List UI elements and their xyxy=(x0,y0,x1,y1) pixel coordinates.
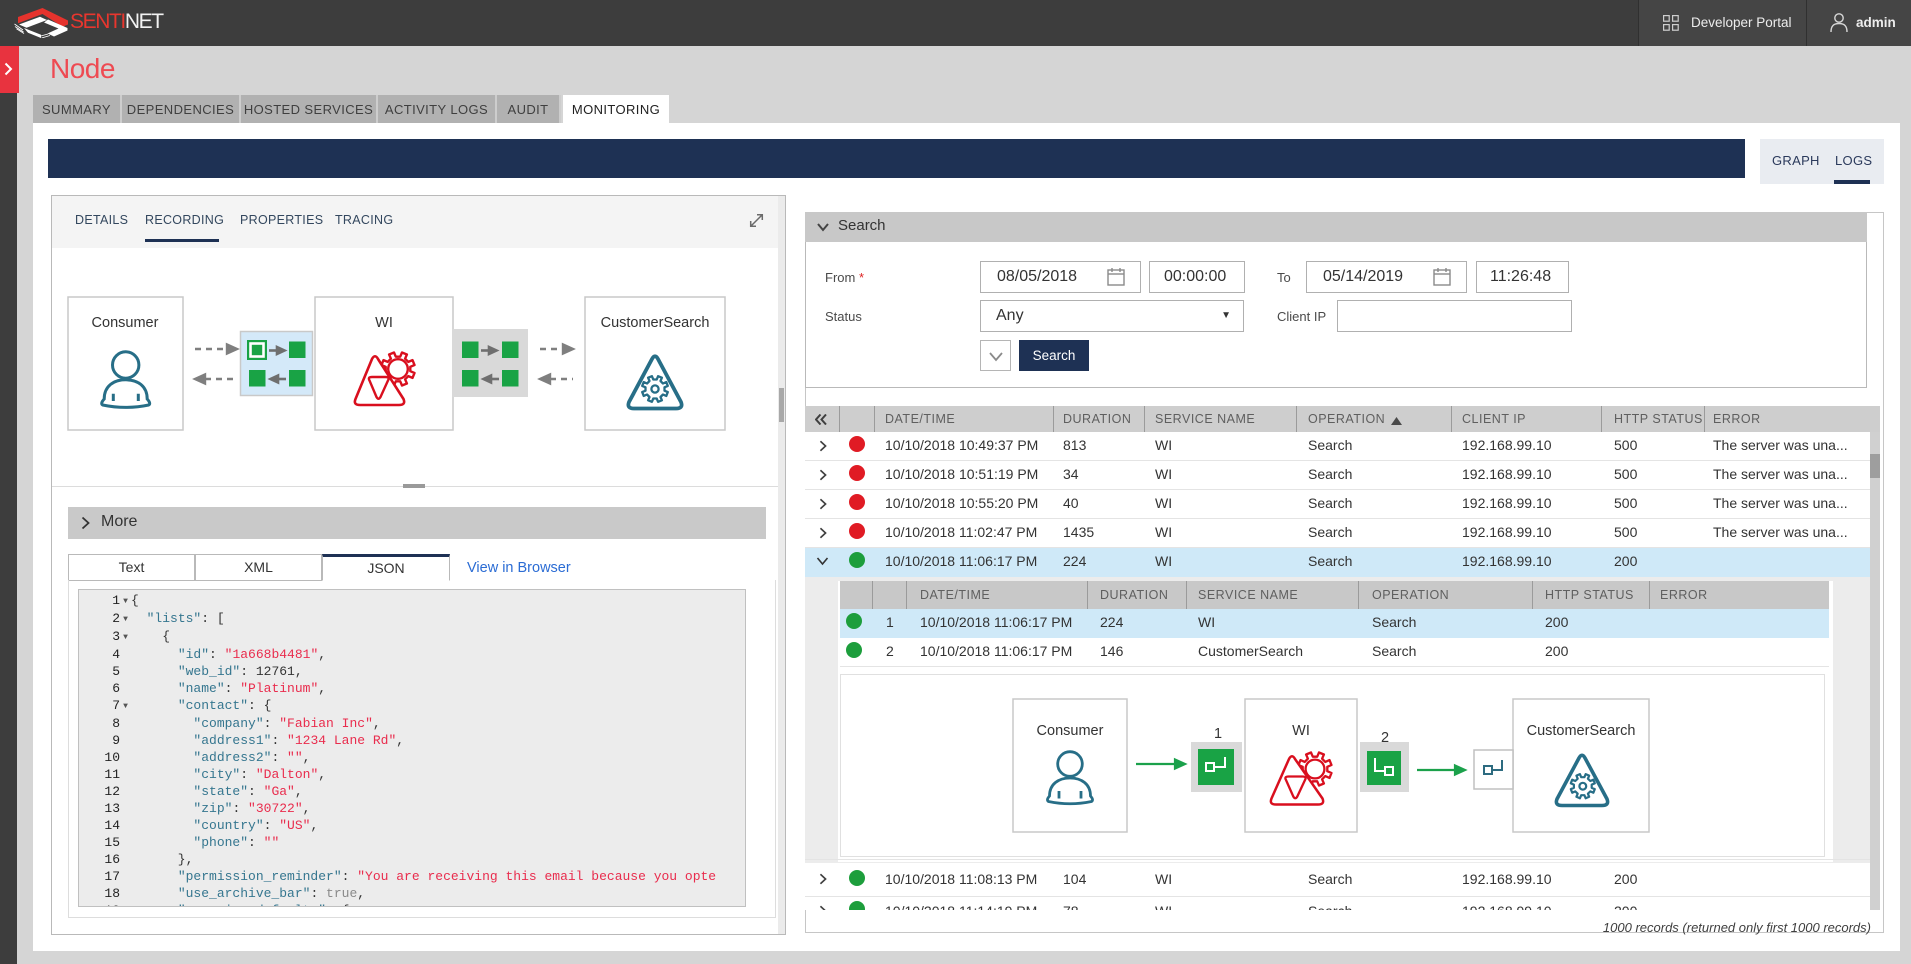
svg-text:CustomerSearch: CustomerSearch xyxy=(1527,723,1636,739)
svg-text:WI: WI xyxy=(375,315,393,331)
svg-text:Consumer: Consumer xyxy=(1037,723,1104,739)
svg-text:2: 2 xyxy=(1381,730,1389,746)
svg-text:1: 1 xyxy=(1214,726,1222,742)
svg-text:WI: WI xyxy=(1292,723,1310,739)
svg-text:CustomerSearch: CustomerSearch xyxy=(601,315,710,331)
svg-text:Consumer: Consumer xyxy=(92,315,159,331)
